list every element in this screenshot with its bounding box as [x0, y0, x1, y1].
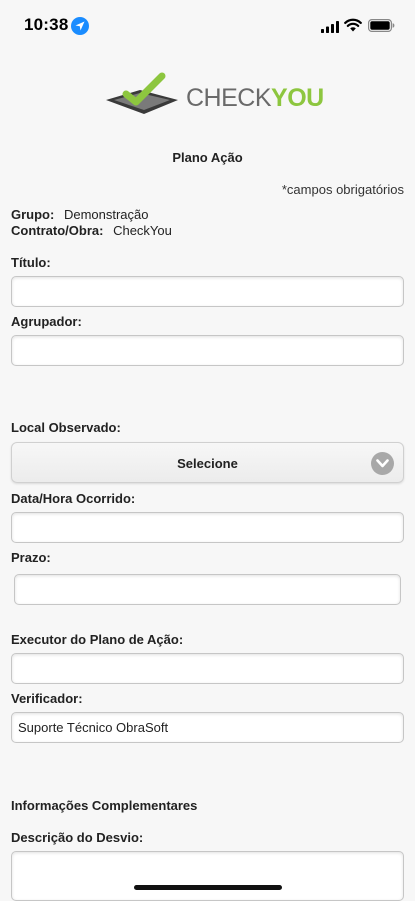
- contrato-label: Contrato/Obra:: [11, 223, 104, 238]
- wifi-icon: [344, 18, 362, 37]
- prazo-label: Prazo:: [11, 550, 51, 565]
- grupo-row: Grupo: Demonstração: [11, 207, 149, 222]
- data-hora-label: Data/Hora Ocorrido:: [11, 491, 136, 506]
- descricao-label: Descrição do Desvio:: [11, 830, 144, 845]
- checkyou-logo: CHECKYOU: [104, 72, 324, 120]
- logo-text-check: CHECK: [186, 84, 272, 112]
- executor-input[interactable]: [11, 653, 404, 684]
- verificador-label: Verificador:: [11, 691, 83, 706]
- checkmark-logo-icon: [106, 72, 178, 114]
- grupo-value: Demonstração: [63, 207, 149, 222]
- grupo-label: Grupo:: [11, 207, 55, 222]
- battery-icon: [368, 19, 395, 37]
- page-title: Plano Ação: [172, 150, 243, 165]
- informacoes-complementares-heading: Informações Complementares: [11, 798, 198, 813]
- required-fields-note: *campos obrigatórios: [281, 182, 404, 197]
- descricao-textarea[interactable]: [11, 851, 404, 901]
- local-observado-select[interactable]: Selecione: [11, 442, 404, 483]
- contrato-value: CheckYou: [113, 223, 172, 238]
- agrupador-label: Agrupador:: [11, 314, 82, 329]
- contrato-row: Contrato/Obra: CheckYou: [11, 223, 172, 238]
- chevron-down-icon: [371, 452, 394, 475]
- executor-label: Executor do Plano de Ação:: [11, 632, 184, 647]
- signal-icon: [321, 20, 339, 38]
- logo-text-you: YOU: [271, 84, 324, 112]
- agrupador-input[interactable]: [11, 335, 404, 366]
- status-bar: 10:38: [0, 0, 415, 54]
- data-hora-input[interactable]: [11, 512, 404, 543]
- verificador-input[interactable]: [11, 712, 404, 743]
- titulo-input[interactable]: [11, 276, 404, 307]
- logo-text: CHECKYOU: [186, 84, 324, 113]
- prazo-input[interactable]: [14, 574, 401, 605]
- location-arrow-icon: [71, 17, 89, 35]
- titulo-label: Título:: [11, 255, 51, 270]
- status-time: 10:38: [24, 15, 69, 34]
- home-indicator: [134, 885, 282, 890]
- local-observado-selected: Selecione: [177, 456, 238, 471]
- local-observado-label: Local Observado:: [11, 420, 121, 435]
